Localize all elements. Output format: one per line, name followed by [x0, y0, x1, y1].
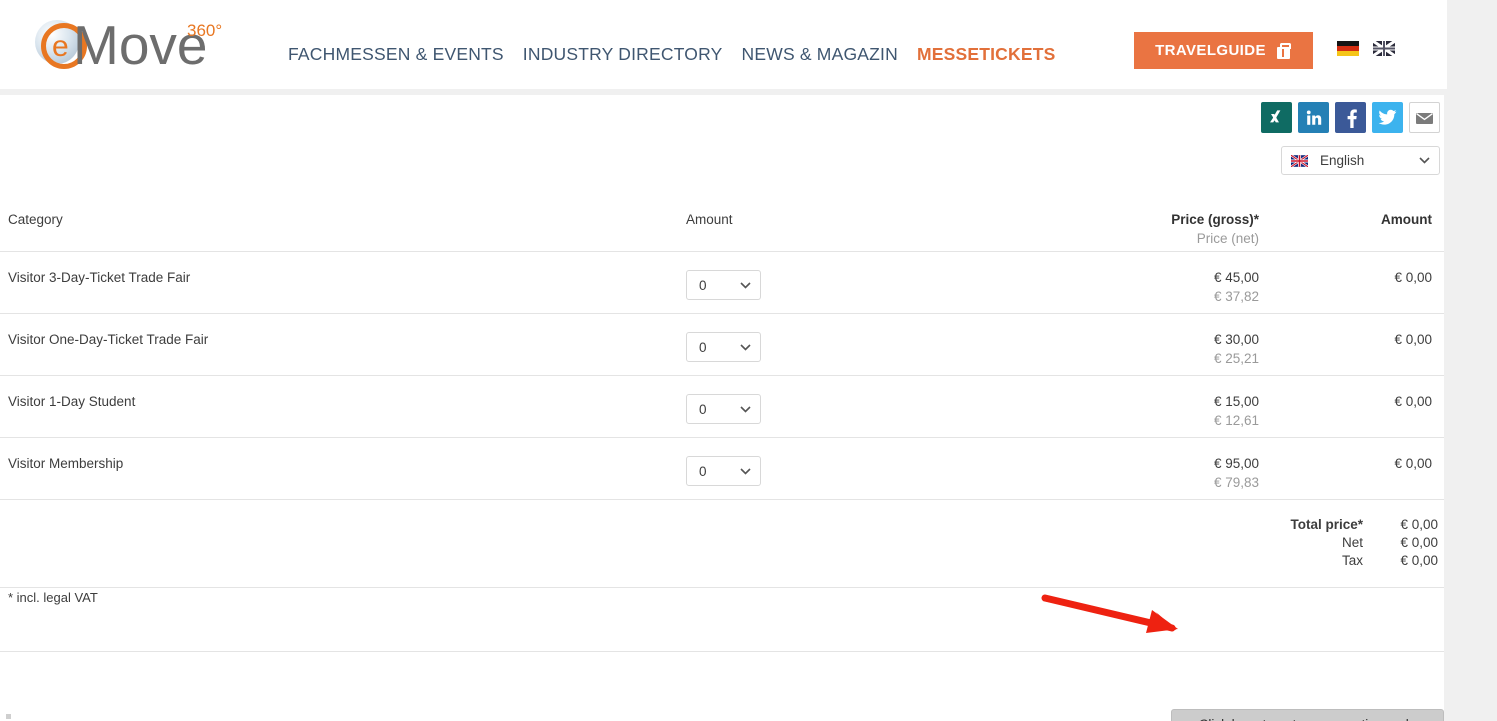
- row-qty-cell: 0: [686, 270, 1041, 300]
- emove360-logo-icon: e Move 360°: [35, 14, 222, 76]
- quantity-value: 0: [699, 277, 707, 293]
- row-price-net: € 25,21: [1213, 351, 1259, 366]
- chevron-down-icon: [740, 343, 751, 351]
- table-row: Visitor 1-Day Student 0 € 15,00 € 12,61 …: [0, 376, 1444, 438]
- chevron-down-icon: [1419, 157, 1430, 164]
- quantity-value: 0: [699, 463, 707, 479]
- row-amount: € 0,00: [1394, 332, 1432, 347]
- total-price-label: Total price*: [1290, 517, 1363, 532]
- flag-en-icon[interactable]: [1373, 41, 1395, 56]
- total-price-value: € 0,00: [1400, 517, 1438, 532]
- row-price-net: € 12,61: [1213, 413, 1259, 428]
- language-selector[interactable]: English: [1281, 146, 1440, 175]
- header-row-amount: Amount: [1381, 212, 1432, 227]
- row-price: € 15,00 € 12,61: [1041, 394, 1259, 428]
- row-price-gross: € 95,00: [1213, 456, 1259, 471]
- header-price-net: Price (net): [1196, 231, 1259, 246]
- row-amount: € 0,00: [1394, 456, 1432, 471]
- header-category: Category: [8, 212, 63, 227]
- net-line: Net € 0,00: [1258, 534, 1438, 552]
- row-category: Visitor Membership: [8, 456, 124, 471]
- chevron-down-icon: [740, 405, 751, 413]
- chevron-down-icon: [740, 467, 751, 475]
- row-qty-cell: 0: [686, 456, 1041, 486]
- promo-divider: [0, 651, 1444, 652]
- language-flags: [1337, 41, 1395, 56]
- header-price-gross: Price (gross)*: [1171, 212, 1259, 227]
- row-qty-cell: 0: [686, 394, 1041, 424]
- xing-icon[interactable]: [1261, 102, 1292, 133]
- row-price-gross: € 45,00: [1213, 270, 1259, 285]
- svg-text:e: e: [52, 30, 69, 63]
- quantity-select[interactable]: 0: [686, 394, 761, 424]
- table-row: Visitor 3-Day-Ticket Trade Fair 0 € 45,0…: [0, 252, 1444, 314]
- email-icon[interactable]: [1409, 102, 1440, 133]
- page-root: e Move 360° FACHMESSEN & EVENTS INDUSTRY…: [0, 0, 1497, 721]
- row-category: Visitor 3-Day-Ticket Trade Fair: [8, 270, 191, 285]
- row-amount: € 0,00: [1394, 394, 1432, 409]
- row-qty-cell: 0: [686, 332, 1041, 362]
- net-value: € 0,00: [1400, 535, 1438, 550]
- promotion-code-button[interactable]: Click here to enter a promotion code: [1171, 709, 1444, 721]
- suitcase-icon: [1275, 42, 1292, 59]
- tickets-table: Category Amount Price (gross)* Price (ne…: [0, 199, 1444, 588]
- chevron-down-icon: [740, 281, 751, 289]
- nav-item-messetickets[interactable]: MESSETICKETS: [917, 44, 1056, 65]
- row-price: € 45,00 € 37,82: [1041, 270, 1259, 304]
- header-amount: Amount: [686, 212, 733, 227]
- site-logo[interactable]: e Move 360°: [27, 12, 242, 78]
- ticket-shop-panel: English Category Amount Price (gross)* P…: [0, 95, 1444, 721]
- totals-block: Total price* € 0,00 Net € 0,00 Tax € 0,0…: [0, 500, 1444, 588]
- nav-item-news-magazin[interactable]: NEWS & MAGAZIN: [742, 44, 898, 65]
- travelguide-label: TRAVELGUIDE: [1155, 42, 1266, 59]
- total-price-line: Total price* € 0,00: [1258, 516, 1438, 534]
- table-row: Visitor Membership 0 € 95,00 € 79,83 € 0…: [0, 438, 1444, 500]
- header-price: Price (gross)* Price (net): [1041, 212, 1259, 246]
- row-price-gross: € 15,00: [1213, 394, 1259, 409]
- nav-item-industry-directory[interactable]: INDUSTRY DIRECTORY: [523, 44, 723, 65]
- twitter-icon[interactable]: [1372, 102, 1403, 133]
- row-price-gross: € 30,00: [1213, 332, 1259, 347]
- tax-label: Tax: [1341, 553, 1363, 568]
- travelguide-button[interactable]: TRAVELGUIDE: [1134, 32, 1313, 69]
- nav-item-fachmessen-events[interactable]: FACHMESSEN & EVENTS: [288, 44, 504, 65]
- row-price-net: € 79,83: [1213, 475, 1259, 490]
- page-bottom-marker: [6, 714, 11, 719]
- quantity-select[interactable]: 0: [686, 332, 761, 362]
- language-selected-label: English: [1320, 153, 1365, 168]
- row-price-net: € 37,82: [1213, 289, 1259, 304]
- row-amount: € 0,00: [1394, 270, 1432, 285]
- tax-line: Tax € 0,00: [1258, 552, 1438, 570]
- net-label: Net: [1341, 535, 1363, 550]
- main-navigation: FACHMESSEN & EVENTS INDUSTRY DIRECTORY N…: [288, 44, 1055, 65]
- svg-text:360°: 360°: [187, 21, 222, 40]
- table-header-row: Category Amount Price (gross)* Price (ne…: [0, 199, 1444, 252]
- vat-note: * incl. legal VAT: [8, 590, 98, 605]
- linkedin-icon[interactable]: [1298, 102, 1329, 133]
- quantity-value: 0: [699, 401, 707, 417]
- tax-value: € 0,00: [1400, 553, 1438, 568]
- site-header: e Move 360° FACHMESSEN & EVENTS INDUSTRY…: [0, 0, 1447, 89]
- row-category: Visitor One-Day-Ticket Trade Fair: [8, 332, 209, 347]
- row-price: € 95,00 € 79,83: [1041, 456, 1259, 490]
- flag-en-icon: [1291, 154, 1308, 167]
- social-share-row: [1261, 102, 1440, 133]
- flag-de-icon[interactable]: [1337, 41, 1359, 56]
- quantity-value: 0: [699, 339, 707, 355]
- row-category: Visitor 1-Day Student: [8, 394, 136, 409]
- facebook-icon[interactable]: [1335, 102, 1366, 133]
- row-price: € 30,00 € 25,21: [1041, 332, 1259, 366]
- quantity-select[interactable]: 0: [686, 456, 761, 486]
- quantity-select[interactable]: 0: [686, 270, 761, 300]
- table-row: Visitor One-Day-Ticket Trade Fair 0 € 30…: [0, 314, 1444, 376]
